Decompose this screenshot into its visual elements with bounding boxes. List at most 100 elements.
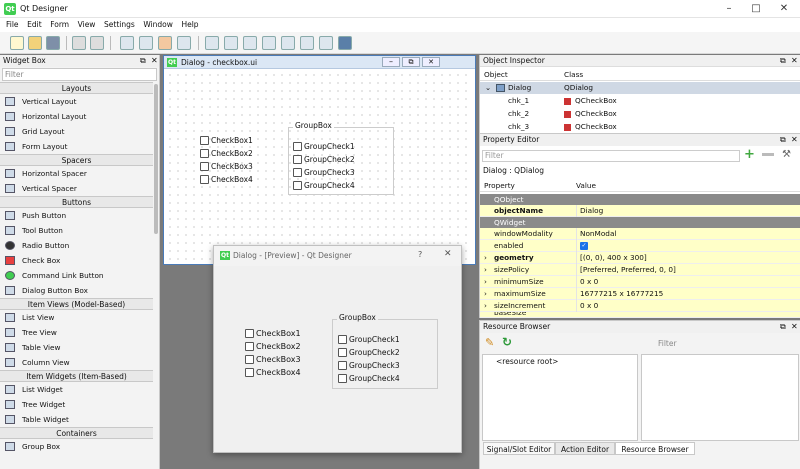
break-layout-icon[interactable] <box>319 36 333 50</box>
reload-icon[interactable]: ↻ <box>502 335 512 349</box>
widget-item[interactable]: Push Button <box>0 208 153 223</box>
widget-item[interactable]: Dialog Button Box <box>0 283 153 298</box>
expand-chevron-icon[interactable]: › <box>484 264 487 276</box>
tab-signal-slot-editor[interactable]: Signal/Slot Editor <box>483 442 555 455</box>
adjust-size-icon[interactable] <box>338 36 352 50</box>
maximize-icon[interactable]: □ <box>742 0 770 18</box>
widget-item[interactable]: Table Widget <box>0 412 153 427</box>
layout-splitter-v-icon[interactable] <box>262 36 276 50</box>
close-icon[interactable]: ✕ <box>422 57 440 67</box>
category-buttons[interactable]: Buttons <box>0 196 153 208</box>
menu-file[interactable]: File <box>6 18 19 32</box>
tab-resource-browser[interactable]: Resource Browser <box>615 442 695 455</box>
checkbox[interactable]: CheckBox4 <box>245 368 301 378</box>
widget-item[interactable]: Command Link Button <box>0 268 153 283</box>
tree-row[interactable]: chk_2 QCheckBox <box>480 108 800 120</box>
property-row[interactable]: windowModality NonModal <box>480 228 800 240</box>
close-icon[interactable]: ✕ <box>791 321 798 333</box>
tree-row[interactable]: chk_3 QCheckBox <box>480 121 800 133</box>
close-icon[interactable]: ✕ <box>770 0 798 18</box>
property-row[interactable]: › maximumSize 16777215 x 16777215 <box>480 288 800 300</box>
expand-chevron-icon[interactable]: › <box>484 252 487 264</box>
float-icon[interactable]: ⧉ <box>780 134 786 146</box>
edit-tab-order-icon[interactable] <box>177 36 191 50</box>
property-row[interactable]: baseSize <box>480 312 800 318</box>
checkbox[interactable]: CheckBox3 <box>245 355 301 365</box>
checkbox[interactable]: CheckBox2 <box>200 149 253 158</box>
menu-view[interactable]: View <box>78 18 96 32</box>
widget-item[interactable]: Radio Button <box>0 238 153 253</box>
add-dynamic-property-icon[interactable]: + <box>744 147 755 162</box>
edit-widgets-icon[interactable] <box>120 36 134 50</box>
widget-item[interactable]: Vertical Spacer <box>0 181 153 196</box>
checkbox[interactable]: CheckBox4 <box>200 175 253 184</box>
help-icon[interactable]: ? <box>418 250 422 259</box>
category-layouts[interactable]: Layouts <box>0 82 153 94</box>
float-icon[interactable]: ⧉ <box>780 321 786 333</box>
widget-item[interactable]: Vertical Layout <box>0 94 153 109</box>
tab-action-editor[interactable]: Action Editor <box>555 442 615 455</box>
property-row[interactable]: objectName Dialog <box>480 205 800 217</box>
close-icon[interactable]: ✕ <box>791 134 798 146</box>
widget-filter-input[interactable]: Filter <box>2 68 157 81</box>
widget-item[interactable]: Table View <box>0 340 153 355</box>
resource-file-list[interactable] <box>641 354 799 441</box>
widget-item[interactable]: Tool Button <box>0 223 153 238</box>
category-item-widgets[interactable]: Item Widgets (Item-Based) <box>0 370 153 382</box>
checkbox[interactable]: CheckBox1 <box>245 329 301 339</box>
resource-tree[interactable]: <resource root> <box>482 354 638 441</box>
menu-edit[interactable]: Edit <box>27 18 42 32</box>
remove-property-icon[interactable] <box>762 153 774 156</box>
layout-grid-icon[interactable] <box>281 36 295 50</box>
widget-item[interactable]: Horizontal Layout <box>0 109 153 124</box>
property-row[interactable]: › sizePolicy [Preferred, Preferred, 0, 0] <box>480 264 800 276</box>
widget-item[interactable]: Horizontal Spacer <box>0 166 153 181</box>
group-checkbox[interactable]: GroupCheck2 <box>338 348 400 357</box>
close-icon[interactable]: ✕ <box>791 55 798 67</box>
category-item-views[interactable]: Item Views (Model-Based) <box>0 298 153 310</box>
property-row[interactable]: › minimumSize 0 x 0 <box>480 276 800 288</box>
open-file-icon[interactable] <box>28 36 42 50</box>
menu-settings[interactable]: Settings <box>104 18 135 32</box>
property-filter-input[interactable]: Filter <box>482 150 740 162</box>
close-icon[interactable]: ✕ <box>151 55 158 67</box>
group-checkbox[interactable]: GroupCheck3 <box>338 361 400 370</box>
close-icon[interactable]: ✕ <box>444 249 452 259</box>
save-icon[interactable] <box>46 36 60 50</box>
group-checkbox[interactable]: GroupCheck4 <box>293 181 355 190</box>
property-row[interactable]: › geometry [(0, 0), 400 x 300] <box>480 252 800 264</box>
layout-horizontal-icon[interactable] <box>205 36 219 50</box>
menu-window[interactable]: Window <box>143 18 173 32</box>
resource-filter-input[interactable]: Filter <box>658 339 677 348</box>
checkbox[interactable]: CheckBox2 <box>245 342 301 352</box>
widget-item[interactable]: Column View <box>0 355 153 370</box>
widget-item[interactable]: List View <box>0 310 153 325</box>
config-wrench-icon[interactable]: ⚒ <box>782 149 791 160</box>
property-row[interactable]: › sizeIncrement 0 x 0 <box>480 300 800 312</box>
property-row[interactable]: enabled ✓ <box>480 240 800 252</box>
resource-root[interactable]: <resource root> <box>496 357 558 366</box>
edit-resources-pencil-icon[interactable]: ✎ <box>485 336 494 349</box>
widget-item[interactable]: Form Layout <box>0 139 153 154</box>
widget-item[interactable]: Check Box <box>0 253 153 268</box>
scrollbar[interactable] <box>154 84 158 234</box>
expand-chevron-icon[interactable]: ⌄ <box>485 82 491 94</box>
menu-help[interactable]: Help <box>181 18 198 32</box>
expand-chevron-icon[interactable]: › <box>484 288 487 300</box>
checkbox[interactable]: CheckBox1 <box>200 136 253 145</box>
category-spacers[interactable]: Spacers <box>0 154 153 166</box>
widget-item[interactable]: Tree View <box>0 325 153 340</box>
layout-splitter-h-icon[interactable] <box>243 36 257 50</box>
float-icon[interactable]: ⧉ <box>140 55 146 67</box>
category-containers[interactable]: Containers <box>0 427 153 439</box>
group-checkbox[interactable]: GroupCheck1 <box>293 142 355 151</box>
widget-item[interactable]: Tree Widget <box>0 397 153 412</box>
minimize-icon[interactable]: – <box>715 0 743 18</box>
menu-form[interactable]: Form <box>50 18 69 32</box>
layout-form-icon[interactable] <box>300 36 314 50</box>
expand-chevron-icon[interactable]: › <box>484 276 487 288</box>
checkbox[interactable]: CheckBox3 <box>200 162 253 171</box>
float-icon[interactable]: ⧉ <box>780 55 786 67</box>
enabled-checkbox-icon[interactable]: ✓ <box>580 242 588 250</box>
property-group[interactable]: QObject <box>480 194 800 205</box>
